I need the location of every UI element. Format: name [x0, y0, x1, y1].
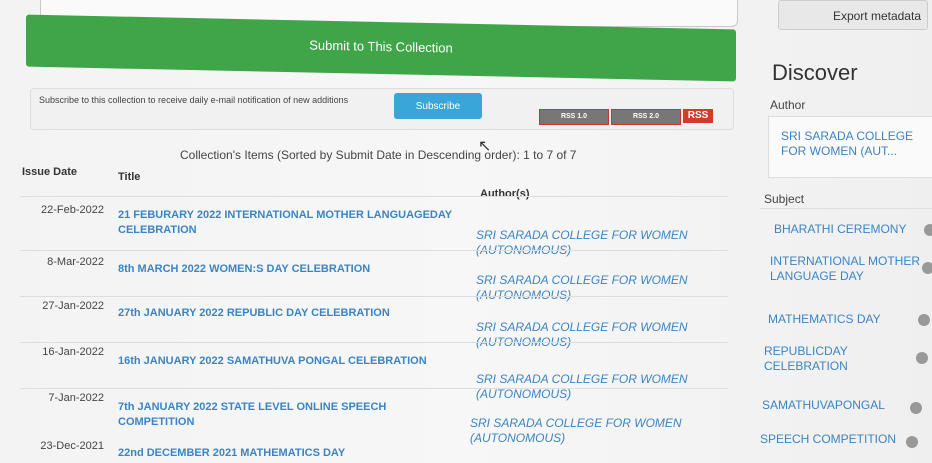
subscribe-panel: Subscribe to this collection to receive …: [30, 88, 734, 130]
subject-item[interactable]: BHARATHI CEREMONY: [774, 222, 924, 237]
count-badge: [916, 352, 928, 364]
header-issue-date[interactable]: Issue Date: [22, 166, 77, 178]
header-title[interactable]: Title: [118, 171, 140, 183]
row-date: 23-Dec-2021: [40, 440, 104, 452]
discover-title: Discover: [772, 60, 858, 85]
rss-link[interactable]: RSS: [683, 109, 713, 123]
count-badge: [924, 224, 932, 236]
subject-item[interactable]: INTERNATIONAL MOTHER LANGUAGE DAY: [770, 254, 922, 284]
row-author[interactable]: SRI SARADA COLLEGE FOR WOMEN (AUTONOMOUS…: [476, 273, 726, 303]
row-author[interactable]: SRI SARADA COLLEGE FOR WOMEN (AUTONOMOUS…: [476, 320, 726, 350]
row-author[interactable]: SRI SARADA COLLEGE FOR WOMEN (AUTONOMOUS…: [470, 416, 720, 446]
row-title[interactable]: 21 FEBURARY 2022 INTERNATIONAL MOTHER LA…: [118, 208, 458, 238]
header-author[interactable]: Author(s): [480, 188, 530, 200]
subject-item[interactable]: SPEECH COMPETITION: [760, 432, 900, 447]
row-title[interactable]: 22nd DECEMBER 2021 MATHEMATICS DAY: [118, 446, 458, 461]
author-facet-item[interactable]: SRI SARADA COLLEGE FOR WOMEN (AUT...: [781, 129, 921, 159]
divider: [20, 342, 728, 343]
export-metadata-button[interactable]: Export metadata: [778, 0, 928, 30]
row-title[interactable]: 7th JANUARY 2022 STATE LEVEL ONLINE SPEE…: [118, 400, 458, 430]
subject-item[interactable]: MATHEMATICS DAY: [768, 312, 908, 327]
count-badge: [918, 314, 930, 326]
author-label: Author: [770, 98, 806, 112]
row-date: 7-Jan-2022: [48, 392, 104, 404]
count-badge: [910, 402, 922, 414]
row-date: 16-Jan-2022: [42, 346, 104, 358]
subscribe-button[interactable]: Subscribe: [394, 93, 482, 119]
rss1-link[interactable]: RSS 1.0: [539, 109, 609, 125]
items-caption: Collection's Items (Sorted by Submit Dat…: [180, 148, 577, 162]
divider: [20, 250, 728, 251]
subject-label: Subject: [764, 192, 805, 206]
row-author[interactable]: SRI SARADA COLLEGE FOR WOMEN (AUTONOMOUS…: [476, 228, 726, 258]
divider: [20, 388, 728, 389]
author-facet-box: SRI SARADA COLLEGE FOR WOMEN (AUT...: [768, 116, 932, 178]
row-title[interactable]: 16th JANUARY 2022 SAMATHUVA PONGAL CELEB…: [118, 354, 458, 369]
divider: [20, 296, 728, 297]
row-author[interactable]: SRI SARADA COLLEGE FOR WOMEN (AUTONOMOUS…: [476, 372, 726, 402]
subject-item[interactable]: SAMATHUVAPONGAL: [762, 398, 902, 413]
subscribe-text: Subscribe to this collection to receive …: [39, 95, 349, 105]
row-date: 8-Mar-2022: [47, 256, 104, 268]
divider: [20, 196, 728, 197]
row-date: 27-Jan-2022: [42, 300, 104, 312]
rss2-link[interactable]: RSS 2.0: [611, 109, 681, 125]
count-badge: [922, 262, 932, 274]
row-date: 22-Feb-2022: [41, 204, 104, 216]
count-badge: [906, 436, 918, 448]
row-title[interactable]: 27th JANUARY 2022 REPUBLIC DAY CELEBRATI…: [118, 306, 458, 321]
row-title[interactable]: 8th MARCH 2022 WOMEN:S DAY CELEBRATION: [118, 262, 458, 277]
divider: [760, 208, 932, 209]
subject-item[interactable]: REPUBLICDAY CELEBRATION: [764, 344, 884, 374]
collection-page: Submit to This Collection Subscribe to t…: [0, 0, 932, 463]
